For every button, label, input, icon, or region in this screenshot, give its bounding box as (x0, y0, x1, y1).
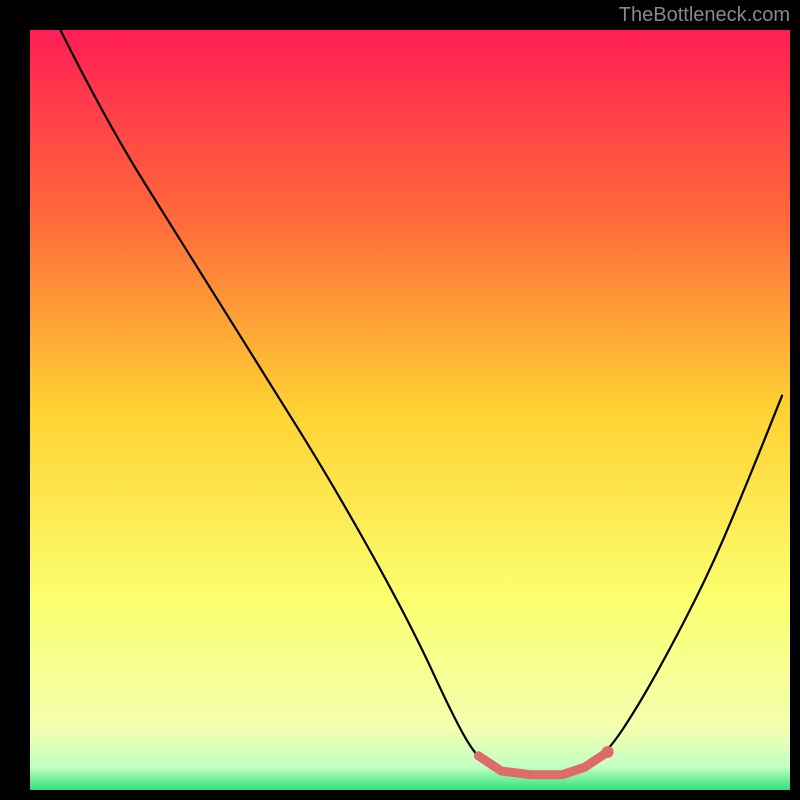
plot-area (30, 30, 790, 790)
bottleneck-chart: TheBottleneck.com (0, 0, 800, 800)
optimal-point-marker (602, 746, 614, 758)
chart-svg (0, 0, 800, 800)
watermark-text: TheBottleneck.com (619, 4, 790, 27)
